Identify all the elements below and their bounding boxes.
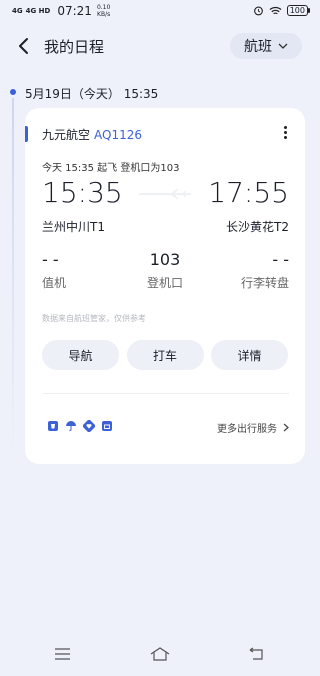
mode-label: 航班 xyxy=(244,39,272,55)
battery-indicator: 100 xyxy=(286,5,311,16)
flight-card[interactable]: 九元航空 AQ1126 今天 15:35 起飞 登机口为103 15:35 17:… xyxy=(25,108,305,464)
network-speed: 0.10 KB/s xyxy=(96,4,111,18)
departure-airport: 兰州中川T1 xyxy=(42,220,105,234)
action-buttons: 导航 打车 详情 xyxy=(42,340,288,370)
arrival-airport: 长沙黄花T2 xyxy=(226,220,289,234)
nav-back-icon[interactable] xyxy=(249,647,265,661)
schedule-date: 5月19日（今天） 15:35 xyxy=(25,87,159,101)
menu-icon[interactable] xyxy=(55,648,70,660)
chevron-right-icon xyxy=(283,423,289,432)
arrival-time: 17:55 xyxy=(208,176,289,209)
airline-name: 九元航空 xyxy=(42,128,91,142)
home-icon[interactable] xyxy=(149,646,171,662)
timeline-line xyxy=(12,98,14,458)
status-bar: 4G 4G HD 07:21 0.10 KB/s 100 xyxy=(0,0,320,22)
bag-icon[interactable] xyxy=(101,420,113,432)
heart-icon[interactable] xyxy=(83,420,95,432)
baggage-value: - - xyxy=(272,250,289,269)
taxi-button[interactable]: 打车 xyxy=(126,340,204,370)
more-services-link[interactable]: 更多出行服务 xyxy=(217,420,289,435)
airline-row: 九元航空 AQ1126 xyxy=(42,126,142,143)
umbrella-icon[interactable] xyxy=(65,420,77,432)
page-title: 我的日程 xyxy=(44,38,105,56)
timeline-dot xyxy=(10,89,16,95)
wifi-icon xyxy=(269,6,282,14)
navigate-button[interactable]: 导航 xyxy=(42,340,119,370)
flight-status: 今天 15:35 起飞 登机口为103 xyxy=(42,163,180,174)
departure-time: 15:35 xyxy=(42,176,123,209)
system-nav-bar xyxy=(0,636,320,676)
alarm-icon xyxy=(253,6,263,16)
flight-number: AQ1126 xyxy=(94,128,142,142)
back-arrow-icon[interactable] xyxy=(14,34,34,58)
app-header: 我的日程 航班 xyxy=(0,30,320,64)
more-services-label: 更多出行服务 xyxy=(217,424,277,435)
more-options-icon[interactable] xyxy=(279,126,291,142)
data-source-note: 数据来自航班管家，仅供参考 xyxy=(42,314,146,323)
airplane-icon xyxy=(139,189,191,199)
clock: 07:21 xyxy=(57,4,92,18)
signal-4g-2: 4G HD xyxy=(25,7,51,15)
baggage-label: 行李转盘 xyxy=(240,276,289,290)
cup-icon[interactable] xyxy=(47,420,59,432)
service-icons xyxy=(47,420,113,432)
baggage-info: - - 行李转盘 xyxy=(241,250,289,291)
signal-4g-1: 4G xyxy=(12,7,23,15)
card-accent-bar xyxy=(25,126,28,142)
details-button[interactable]: 详情 xyxy=(211,340,288,370)
chevron-down-icon xyxy=(278,43,288,49)
mode-selector[interactable]: 航班 xyxy=(230,33,302,59)
card-divider xyxy=(42,393,289,394)
